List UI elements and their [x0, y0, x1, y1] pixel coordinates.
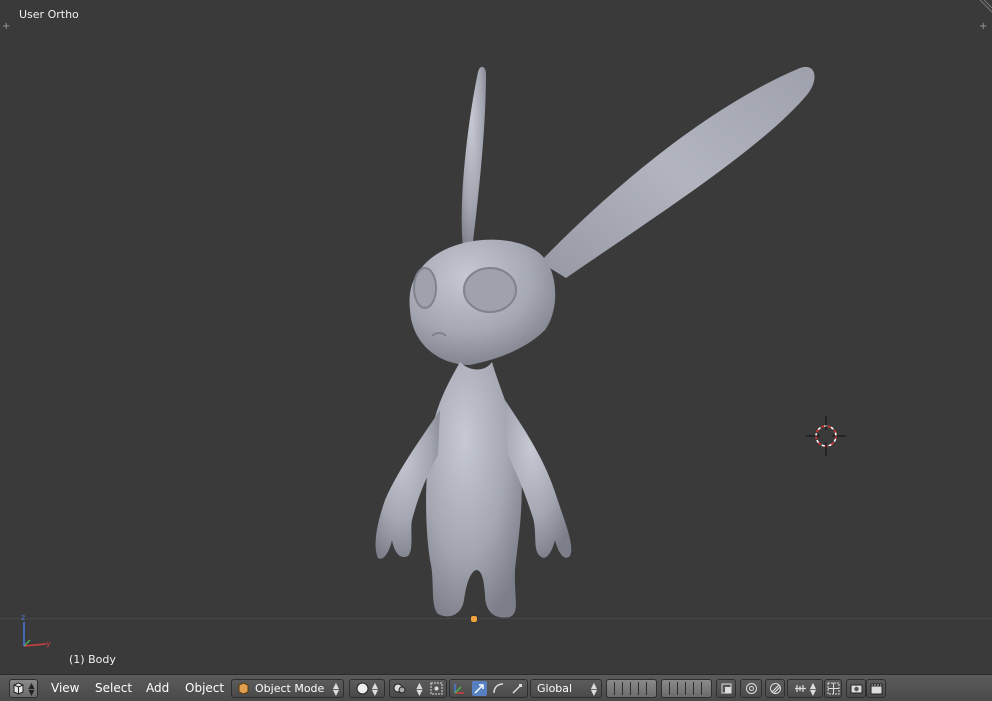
translate-button[interactable]: [471, 681, 487, 696]
mesh-model-body[interactable]: [0, 0, 992, 674]
clapper-icon: [870, 683, 882, 695]
updown-arrows-icon: ▲ ▼: [28, 680, 35, 697]
layer-grid-icon: [662, 682, 711, 695]
snap-toggle-button[interactable]: [765, 679, 785, 698]
pivot-point-select[interactable]: ▲ ▼: [389, 679, 447, 698]
menu-object[interactable]: Object: [185, 681, 224, 695]
3d-view-header: ▲ ▼ View Select Add Object Object Mode ▲ ▼…: [0, 674, 992, 701]
orientation-label: Global: [537, 682, 573, 695]
snap-target-grid-icon: [827, 682, 839, 695]
menu-view[interactable]: View: [51, 681, 79, 695]
3d-cursor-icon[interactable]: [806, 416, 846, 456]
proportional-edit-button[interactable]: [740, 679, 762, 698]
pivot-point-icon: [393, 683, 406, 694]
updown-arrows-icon: ▲ ▼: [416, 680, 423, 697]
render-button[interactable]: [846, 679, 866, 698]
snap-element-select[interactable]: ▲ ▼: [787, 679, 823, 698]
3d-viewport[interactable]: User Ortho + + z y (1) Body: [0, 0, 992, 674]
svg-text:y: y: [46, 639, 51, 648]
layers-grid-2[interactable]: [661, 679, 712, 698]
updown-arrows-icon: ▲ ▼: [590, 680, 597, 697]
cube-view-icon: [13, 682, 24, 695]
rotate-arc-icon[interactable]: [492, 682, 505, 695]
object-origin-dot: [470, 615, 478, 623]
manipulator-buttons[interactable]: [449, 679, 528, 698]
lock-layers-button[interactable]: [716, 679, 736, 698]
active-object-label: (1) Body: [69, 653, 116, 666]
viewport-shading-select[interactable]: ▲ ▼: [349, 679, 385, 698]
render-camera-icon: [850, 684, 862, 694]
manipulator-axes-icon: [430, 682, 442, 695]
transform-orientation-select[interactable]: Global ▲ ▼: [530, 679, 602, 698]
updown-arrows-icon: ▲ ▼: [371, 680, 379, 697]
snap-target-button[interactable]: [824, 679, 842, 698]
updown-arrows-icon: ▲ ▼: [809, 680, 817, 697]
manipulator-toggle-icon[interactable]: [453, 682, 466, 695]
menu-select[interactable]: Select: [95, 681, 132, 695]
render-animation-button[interactable]: [866, 679, 886, 698]
mode-label: Object Mode: [255, 682, 325, 695]
svg-text:z: z: [21, 613, 25, 622]
layer-grid-icon: [607, 682, 656, 695]
editor-type-button[interactable]: ▲ ▼: [9, 679, 38, 698]
axis-gizmo-icon: z y: [21, 613, 51, 648]
snap-target-icon: [794, 685, 806, 692]
snap-magnet-icon: [769, 683, 781, 694]
lock-layers-icon: [721, 683, 731, 694]
scale-icon[interactable]: [511, 682, 524, 695]
menu-add[interactable]: Add: [146, 681, 169, 695]
solid-sphere-icon: [356, 682, 369, 695]
mode-select[interactable]: Object Mode ▲ ▼: [231, 679, 344, 698]
layers-grid-1[interactable]: [606, 679, 657, 698]
translate-arrow-icon: [474, 684, 484, 694]
object-mode-cube-icon: [238, 682, 249, 695]
updown-arrows-icon: ▲ ▼: [332, 680, 339, 697]
proportional-edit-icon: [745, 683, 757, 694]
